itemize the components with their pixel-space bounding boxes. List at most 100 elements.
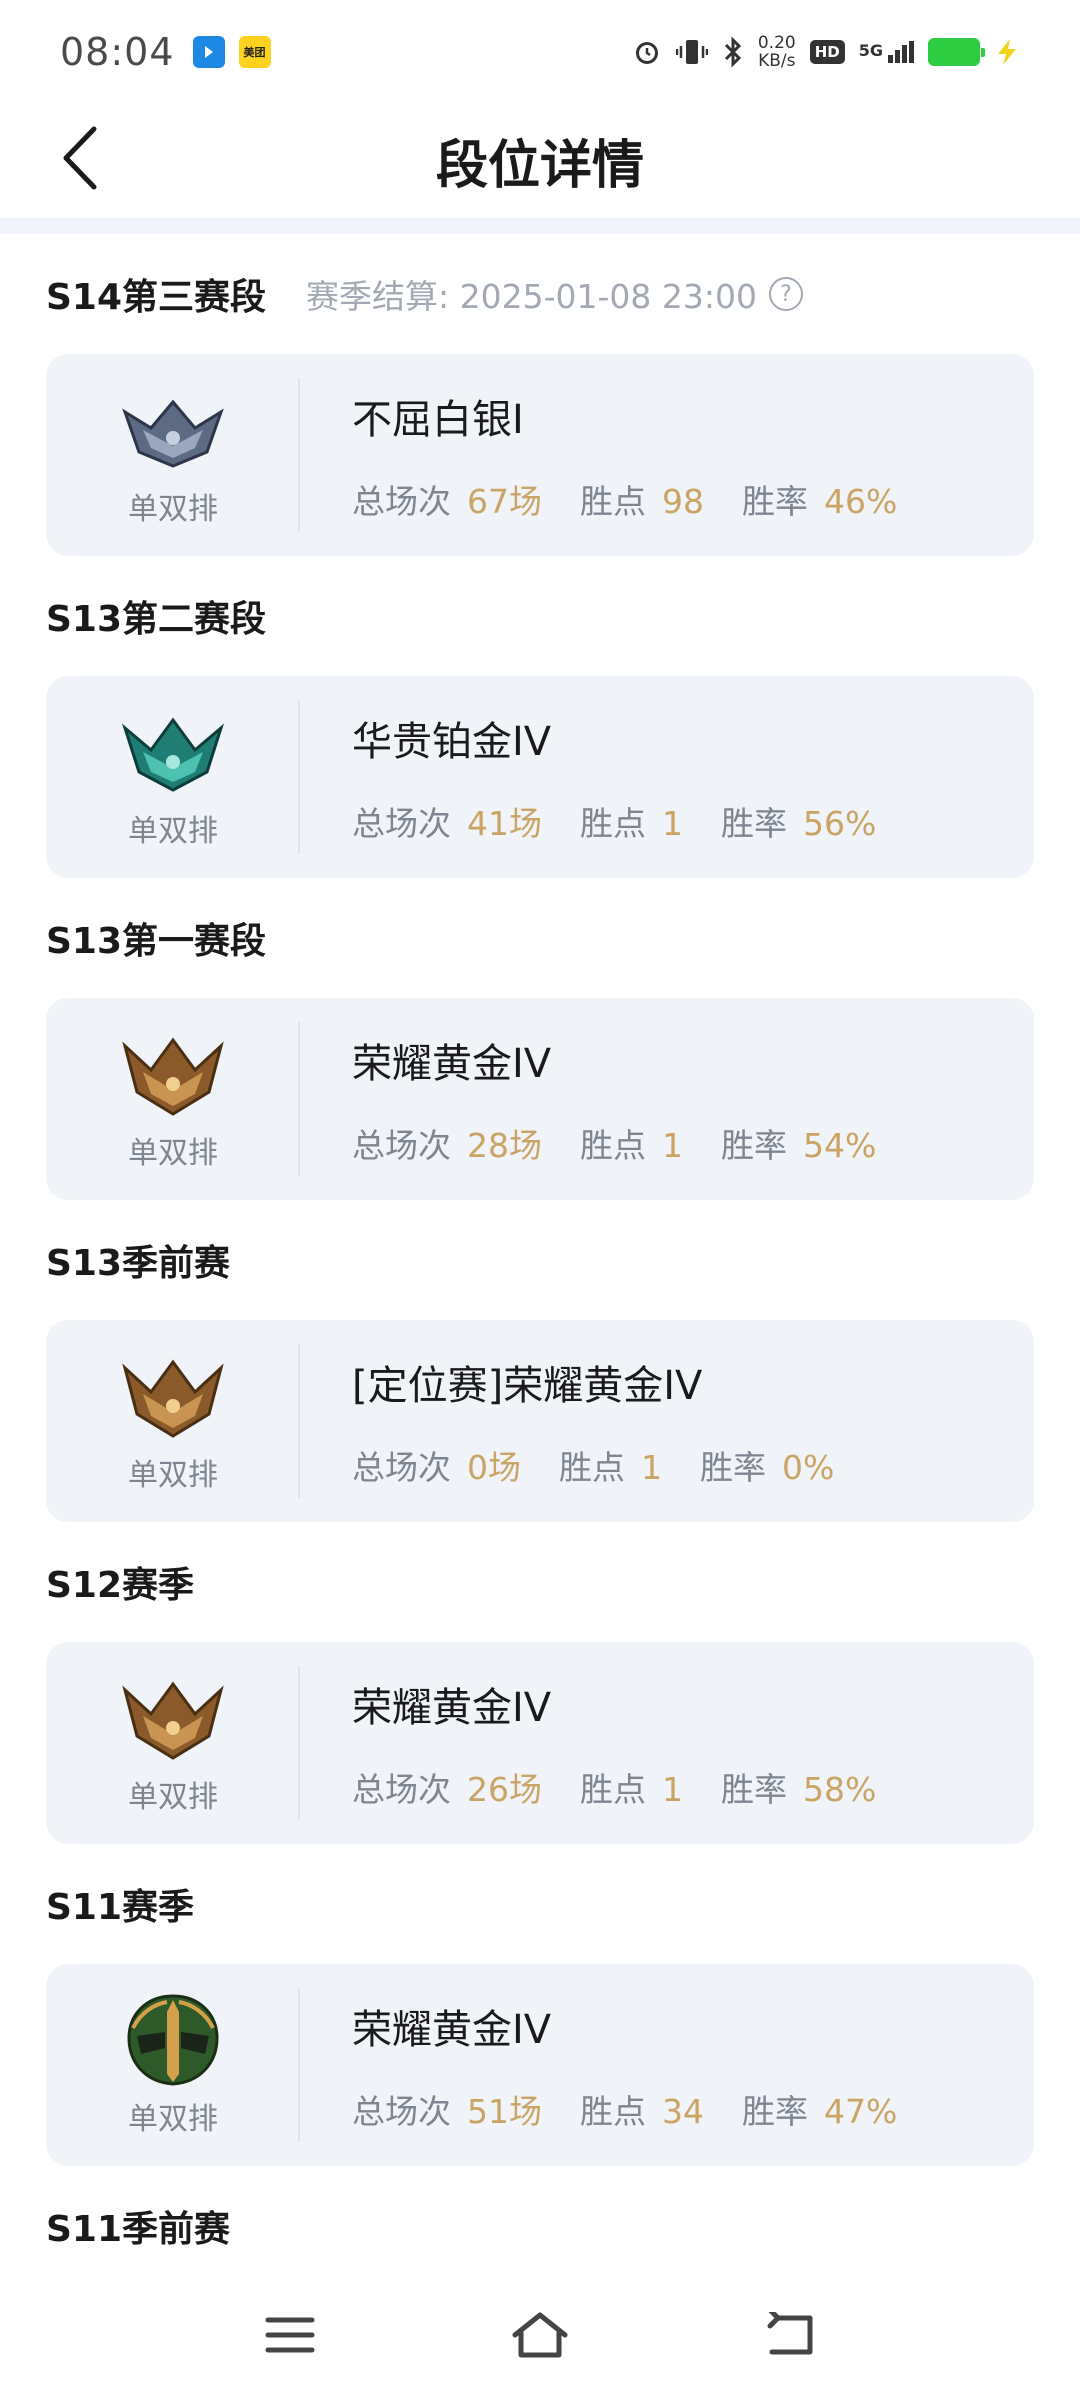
rank-info: 荣耀黄金IV 总场次 26场 胜点 1 胜率 58% [300,1675,914,1811]
rank-stats: 总场次 28场 胜点 1 胜率 54% [352,1119,914,1167]
games-label: 总场次 [352,804,451,843]
bluetooth-icon [724,36,741,68]
games-label: 总场次 [352,1770,451,1809]
rank-info: 不屈白银I 总场次 67场 胜点 98 胜率 46% [300,387,935,523]
charging-icon [998,39,1016,65]
rank-name: 荣耀黄金IV [352,1685,552,1731]
emblem-column: 单双排 [46,998,300,1200]
season-name: S12赛季 [46,1565,195,1606]
games-value: 67场 [467,482,542,521]
season-header: S13第二赛段 [0,556,1080,676]
battery-icon [928,38,985,66]
season-header: S11季前赛 [0,2166,1080,2286]
season-settle-time: 赛季结算: 2025-01-08 23:00 ? [306,270,804,318]
rank-stats: 总场次 67场 胜点 98 胜率 46% [352,475,935,523]
rank-stats: 总场次 0场 胜点 1 胜率 0% [352,1441,872,1489]
season-name: S13第二赛段 [46,599,267,640]
system-nav-bar [0,2270,1080,2400]
lp-value: 1 [641,1448,662,1487]
games-value: 41场 [467,804,542,843]
header-divider [0,218,1080,234]
season-name: S11赛季 [46,1887,195,1928]
games-value: 28场 [467,1126,542,1165]
games-label: 总场次 [352,482,451,521]
rank-name: 华贵铂金IV [352,719,552,765]
emblem-column: 单双排 [46,354,300,556]
winrate-value: 54% [803,1126,877,1165]
queue-label: 单双排 [128,2102,218,2137]
queue-label: 单双排 [128,1136,218,1171]
season-header: S12赛季 [0,1522,1080,1642]
emblem-column: 单双排 [46,1642,300,1844]
games-label: 总场次 [352,2092,451,2131]
rank-info: 荣耀黄金IV 总场次 51场 胜点 34 胜率 47% [300,1997,935,2133]
queue-label: 单双排 [128,1458,218,1493]
lp-value: 1 [662,804,683,843]
status-time: 08:04 [60,30,175,74]
status-right: 0.20 KB/s HD 5G [632,34,1020,70]
lp-value: 1 [662,1126,683,1165]
chevron-left-icon [63,126,97,190]
rank-card[interactable]: 单双排 不屈白银I 总场次 67场 胜点 98 胜率 46% [46,354,1034,556]
winrate-value: 56% [803,804,877,843]
help-icon[interactable]: ? [769,277,804,311]
rank-name: 不屈白银I [352,397,524,443]
games-value: 26场 [467,1770,542,1809]
season-name: S11季前赛 [46,2209,231,2250]
winrate-value: 47% [824,2092,898,2131]
gold-rank-emblem-icon [122,1681,224,1760]
emblem-column: 单双排 [46,1320,300,1522]
silver-rank-emblem-icon [122,399,224,468]
platinum-rank-emblem-icon [121,717,225,792]
rank-card[interactable]: 单双排 华贵铂金IV 总场次 41场 胜点 1 胜率 56% [46,676,1034,878]
queue-label: 单双排 [128,1780,218,1815]
menu-button[interactable] [255,2300,325,2370]
rank-stats: 总场次 26场 胜点 1 胜率 58% [352,1763,914,1811]
rank-name: 荣耀黄金IV [352,1041,552,1087]
winrate-label: 胜率 [721,804,787,843]
rank-card[interactable]: 单双排 荣耀黄金IV 总场次 26场 胜点 1 胜率 58% [46,1642,1034,1844]
rank-card[interactable]: 单双排 荣耀黄金IV 总场次 51场 胜点 34 胜率 47% [46,1964,1034,2166]
season-name: S14第三赛段 [46,277,267,318]
winrate-label: 胜率 [700,1448,766,1487]
lp-value: 98 [662,482,704,521]
blue-app-icon [192,36,225,68]
gold-rank-emblem-icon [122,1359,224,1438]
vibrate-icon [675,40,708,64]
network-speed: 0.20 KB/s [757,33,796,71]
season-header: S11赛季 [0,1844,1080,1964]
lp-value: 34 [662,2092,704,2131]
season-header: S13第一赛段 [0,878,1080,998]
return-button[interactable] [755,2300,825,2370]
lp-label: 胜点 [580,1770,646,1809]
lp-label: 胜点 [580,1126,646,1165]
back-button[interactable] [40,118,120,198]
winrate-label: 胜率 [721,1126,787,1165]
season-header: S14第三赛段 赛季结算: 2025-01-08 23:00 ? [0,234,1080,354]
page-title: 段位详情 [435,135,644,196]
games-label: 总场次 [352,1126,451,1165]
winrate-value: 58% [803,1770,877,1809]
menu-icon [265,2317,315,2353]
lp-label: 胜点 [559,1448,625,1487]
gold-rank-emblem-icon [122,1037,224,1116]
rank-card[interactable]: 单双排 [定位赛]荣耀黄金IV 总场次 0场 胜点 1 胜率 0% [46,1320,1034,1522]
winrate-value: 46% [824,482,898,521]
queue-label: 单双排 [128,492,218,527]
alarm-icon [635,42,658,64]
season-list: S14第三赛段 赛季结算: 2025-01-08 23:00 ? 单双排 不屈白… [0,234,1080,2286]
home-button[interactable] [505,2300,575,2370]
back-icon [767,2312,813,2355]
winrate-value: 0% [782,1448,835,1487]
winrate-label: 胜率 [742,2092,808,2131]
rank-card[interactable]: 单双排 荣耀黄金IV 总场次 28场 胜点 1 胜率 54% [46,998,1034,1200]
nav-bar: 段位详情 [0,104,1080,216]
season-header: S13季前赛 [0,1200,1080,1320]
meituan-icon: 美团 [238,36,271,68]
winrate-label: 胜率 [721,1770,787,1809]
season-name: S13季前赛 [46,1243,231,1284]
home-icon [512,2312,568,2358]
lp-value: 1 [662,1770,683,1809]
rank-info: 荣耀黄金IV 总场次 28场 胜点 1 胜率 54% [300,1031,914,1167]
emblem-column: 单双排 [46,676,300,878]
